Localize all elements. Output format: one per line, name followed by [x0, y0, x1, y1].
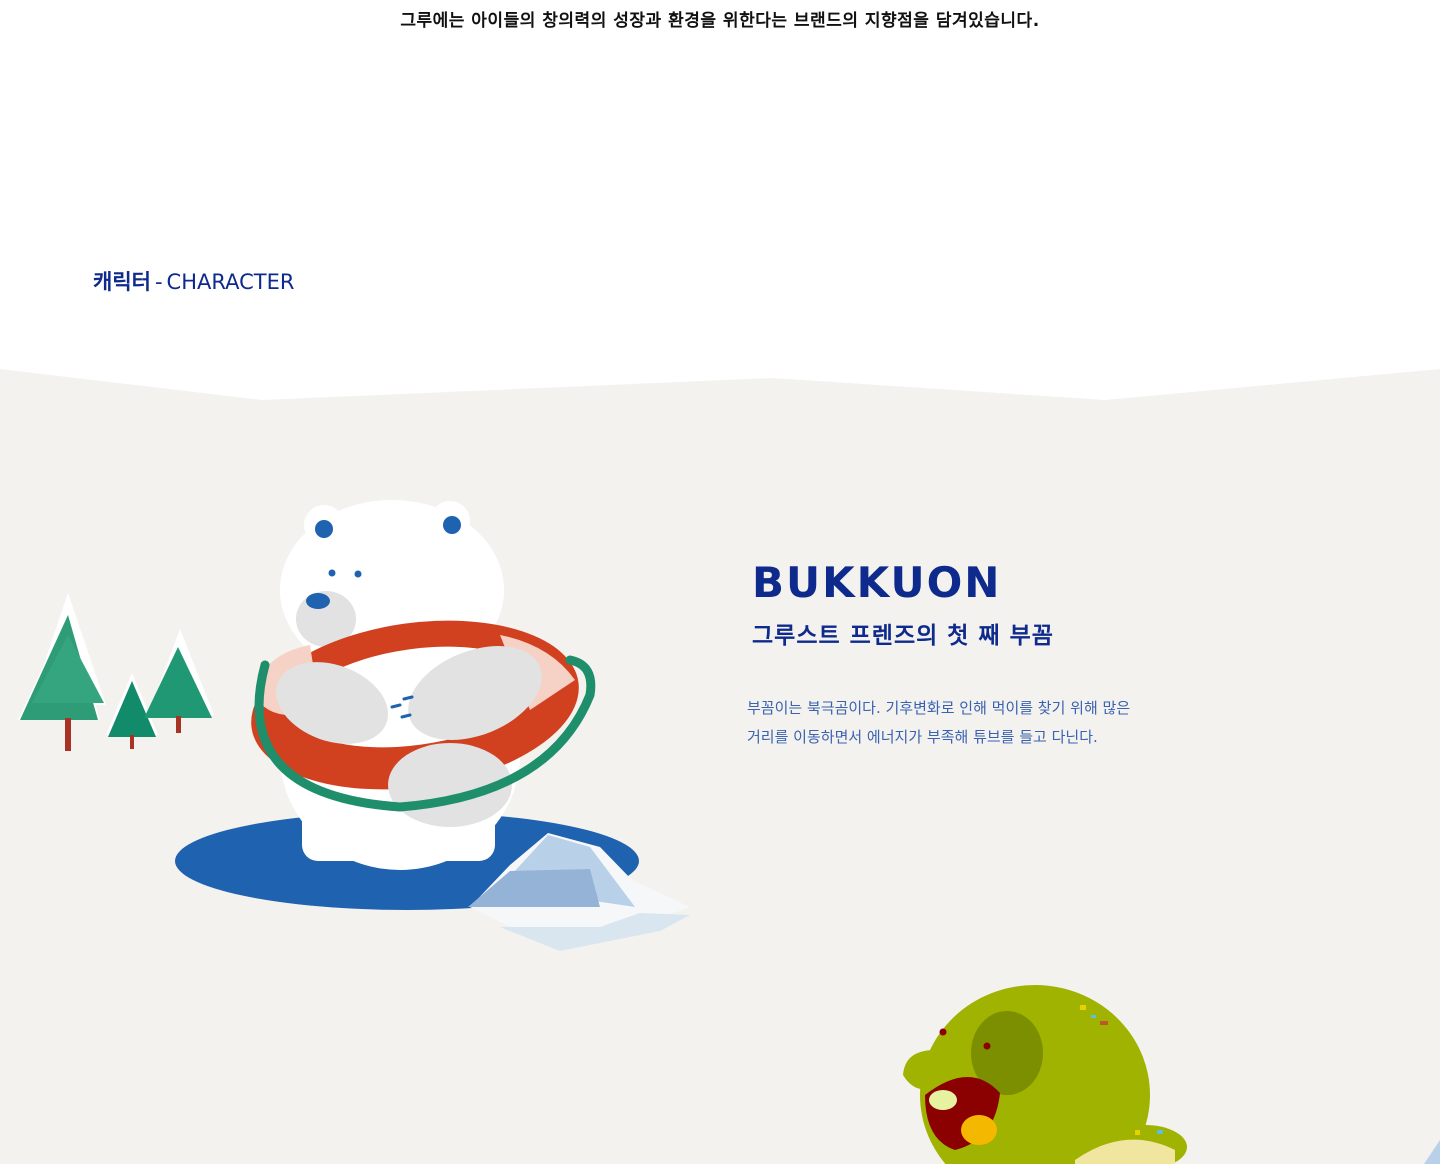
character-name: BUKKUON: [752, 558, 1002, 607]
decorative-corner-shape: [1424, 1140, 1440, 1164]
section-title: 캐릭터 - CHARACTER: [93, 266, 294, 296]
turtle-character-illustration: [903, 985, 1187, 1164]
character-tagline: 그루스트 프렌즈의 첫 째 부꼼: [752, 623, 1054, 649]
section-title-separator: -: [154, 270, 163, 294]
character-description: 부꼼이는 북극곰이다. 기후변화로 인해 먹이를 찾기 위해 많은 거리를 이동…: [747, 699, 1131, 746]
polar-bear-character-illustration: [175, 500, 690, 951]
section-title-ko: 캐릭터: [93, 270, 151, 294]
section-title-en: CHARACTER: [166, 270, 295, 294]
brand-intro-text: 그루에는 아이들의 창의력의 성장과 환경을 위한다는 브랜드의 지향점을 담겨…: [400, 11, 1040, 31]
